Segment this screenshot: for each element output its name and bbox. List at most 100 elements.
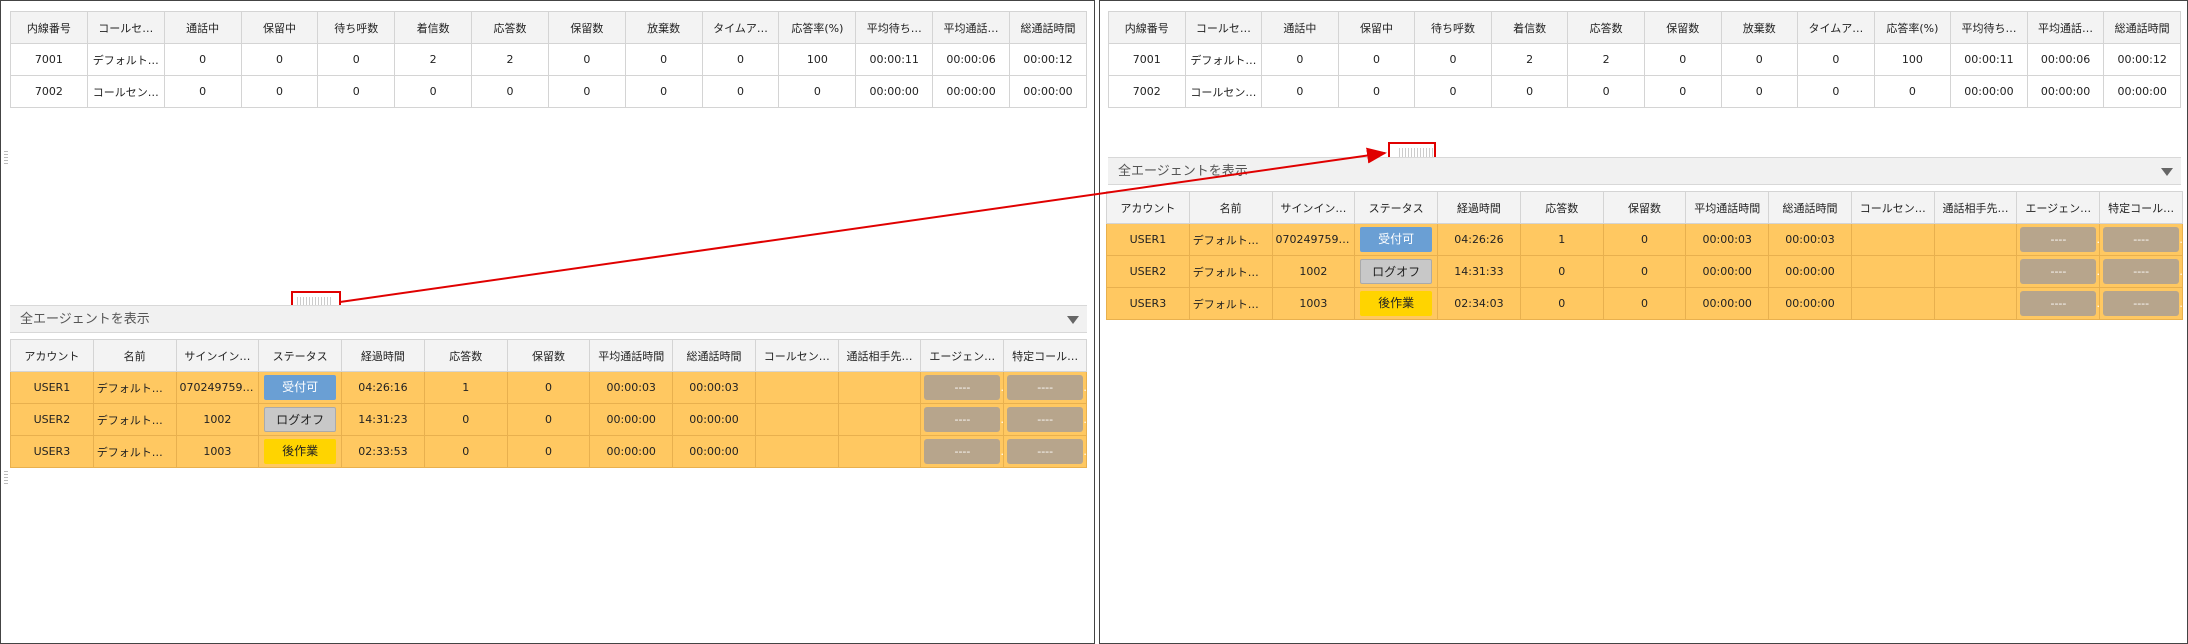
column-header[interactable]: タイムア… (701, 11, 780, 44)
specific-call-button-cell: ---- (1003, 371, 1087, 404)
column-header[interactable]: タイムア… (1797, 11, 1875, 44)
column-header[interactable]: コールセ… (1184, 11, 1263, 44)
column-header[interactable]: サインイン… (175, 339, 260, 372)
resize-grip[interactable] (4, 471, 8, 485)
column-header[interactable]: 保留数 (547, 11, 626, 44)
agent-action-button[interactable]: ---- (924, 439, 1001, 464)
status-badge[interactable]: ログオフ (264, 407, 337, 432)
table-cell: 0 (1797, 43, 1875, 76)
resize-grip[interactable] (4, 151, 8, 165)
column-header[interactable]: 待ち呼数 (317, 11, 396, 44)
column-header[interactable]: 通話中 (163, 11, 242, 44)
agent-row[interactable]: USER2 デフォルトユ… 1002 ログオフ 14:31:33 0 0 00:00:00 00… (1106, 255, 2183, 288)
table-row[interactable]: 7002 コールセン… 0 0 0 0 0 0 0 0 0 00:00:00 00:00:00 00:00… (10, 75, 1088, 108)
column-header[interactable]: 経過時間 (1437, 191, 1521, 224)
specific-call-button[interactable]: ---- (2103, 227, 2180, 252)
column-header[interactable]: 経過時間 (341, 339, 425, 372)
agent-section-header[interactable]: 全エージェントを表示 (1108, 157, 2181, 185)
table-row[interactable]: 7001 デフォルト… 0 0 0 2 2 0 0 0 100 00:00:11 00:00:06 00:… (10, 43, 1088, 76)
column-header[interactable]: 平均通話… (932, 11, 1010, 44)
table-cell: 0 (1567, 75, 1645, 108)
status-badge[interactable]: 後作業 (1360, 291, 1433, 316)
column-header[interactable]: 着信数 (1490, 11, 1569, 44)
column-header[interactable]: 平均通話時間 (1685, 191, 1770, 224)
agent-action-button[interactable]: ---- (2020, 227, 2097, 252)
specific-call-button[interactable]: ---- (1007, 375, 1084, 400)
column-header[interactable]: 総通話時間 (1768, 191, 1852, 224)
agent-row[interactable]: USER3 デフォルトユ… 1003 後作業 02:34:03 0 0 00:00:00 00:… (1106, 287, 2183, 320)
column-header[interactable]: コールセン… (1850, 191, 1935, 224)
monitor-panel-after: 内線番号 コールセ… 通話中 保留中 待ち呼数 着信数 応答数 保留数 放棄数 タイムア… 応答率(… (1099, 0, 2188, 644)
agent-action-button[interactable]: ---- (2020, 259, 2097, 284)
column-header[interactable]: エージェン… (920, 339, 1005, 372)
column-header[interactable]: 応答率(%) (778, 11, 857, 44)
column-header[interactable]: 保留中 (1337, 11, 1416, 44)
column-header[interactable]: 保留数 (1643, 11, 1722, 44)
column-header[interactable]: ステータス (1354, 191, 1439, 224)
column-header[interactable]: 応答数 (1567, 11, 1645, 44)
status-cell: ログオフ (258, 403, 343, 436)
table-cell: 0 (1797, 75, 1875, 108)
column-header[interactable]: 平均通話時間 (589, 339, 674, 372)
agent-action-button-cell: ---- (2016, 223, 2101, 256)
column-header[interactable]: 通話相手先… (837, 339, 922, 372)
column-header[interactable]: 総通話時間 (1008, 11, 1088, 44)
column-header[interactable]: 応答率(%) (1873, 11, 1952, 44)
column-header[interactable]: 通話相手先… (1933, 191, 2018, 224)
column-header[interactable]: 内線番号 (1108, 11, 1186, 44)
column-header[interactable]: 放棄数 (1720, 11, 1799, 44)
agent-action-button[interactable]: ---- (924, 375, 1001, 400)
column-header[interactable]: 平均待ち… (855, 11, 934, 44)
column-header[interactable]: 通話中 (1261, 11, 1339, 44)
table-cell: 0 (1261, 75, 1339, 108)
column-header[interactable]: ステータス (258, 339, 343, 372)
column-header[interactable]: コールセン… (754, 339, 839, 372)
status-badge[interactable]: ログオフ (1360, 259, 1433, 284)
column-header[interactable]: 保留数 (506, 339, 591, 372)
specific-call-button[interactable]: ---- (2103, 259, 2180, 284)
table-cell: 0 (240, 75, 319, 108)
column-header[interactable]: コールセ… (86, 11, 165, 44)
column-header[interactable]: サインイン… (1271, 191, 1356, 224)
column-header[interactable]: 放棄数 (624, 11, 703, 44)
column-header[interactable]: 平均待ち… (1950, 11, 2028, 44)
column-header[interactable]: 平均通話… (2026, 11, 2105, 44)
status-cell: 受付可 (258, 371, 343, 404)
agent-row[interactable]: USER2 デフォルトユ… 1002 ログオフ 14:31:23 0 0 00:00:00 00… (10, 403, 1087, 436)
column-header[interactable]: 名前 (92, 339, 177, 372)
agent-action-button[interactable]: ---- (2020, 291, 2097, 316)
column-header[interactable]: 着信数 (394, 11, 473, 44)
status-badge[interactable]: 受付可 (264, 375, 337, 400)
agent-row[interactable]: USER3 デフォルトユ… 1003 後作業 02:33:53 0 0 00:00:00 00:… (10, 435, 1087, 468)
agent-row[interactable]: USER1 デフォルトユ… 07024975929 受付可 04:26:16 1 0 00:0… (10, 371, 1087, 404)
column-header[interactable]: エージェン… (2016, 191, 2101, 224)
specific-call-button[interactable]: ---- (1007, 439, 1084, 464)
status-badge[interactable]: 後作業 (264, 439, 337, 464)
table-cell: 00:00:06 (2026, 43, 2105, 76)
column-header[interactable]: アカウント (10, 339, 94, 372)
specific-call-button[interactable]: ---- (2103, 291, 2180, 316)
column-header[interactable]: 保留数 (1602, 191, 1687, 224)
table-row[interactable]: 7002 コールセン… 0 0 0 0 0 0 0 0 0 00:00:00 00:00:00 00:00… (1108, 75, 2181, 108)
chevron-down-icon[interactable] (1067, 316, 1079, 324)
column-header[interactable]: 応答数 (1519, 191, 1604, 224)
column-header[interactable]: 特定コール… (2099, 191, 2183, 224)
status-badge[interactable]: 受付可 (1360, 227, 1433, 252)
specific-call-button[interactable]: ---- (1007, 407, 1084, 432)
column-header[interactable]: 総通話時間 (672, 339, 756, 372)
column-header[interactable]: 応答数 (423, 339, 508, 372)
column-header[interactable]: アカウント (1106, 191, 1190, 224)
column-header[interactable]: 内線番号 (10, 11, 88, 44)
agent-section-header[interactable]: 全エージェントを表示 (10, 305, 1087, 333)
column-header[interactable]: 名前 (1188, 191, 1273, 224)
column-header[interactable]: 保留中 (240, 11, 319, 44)
column-header[interactable]: 総通話時間 (2103, 11, 2181, 44)
agent-action-button[interactable]: ---- (924, 407, 1001, 432)
column-header[interactable]: 特定コール… (1003, 339, 1087, 372)
chevron-down-icon[interactable] (2161, 168, 2173, 176)
agent-total-talk-cell: 00:00:00 (672, 435, 756, 468)
column-header[interactable]: 待ち呼数 (1414, 11, 1492, 44)
agent-row[interactable]: USER1 デフォルトユ… 07024975929 受付可 04:26:26 1 0 00:0… (1106, 223, 2183, 256)
table-row[interactable]: 7001 デフォルト… 0 0 0 2 2 0 0 0 100 00:00:11 00:00:06 00:… (1108, 43, 2181, 76)
column-header[interactable]: 応答数 (471, 11, 549, 44)
